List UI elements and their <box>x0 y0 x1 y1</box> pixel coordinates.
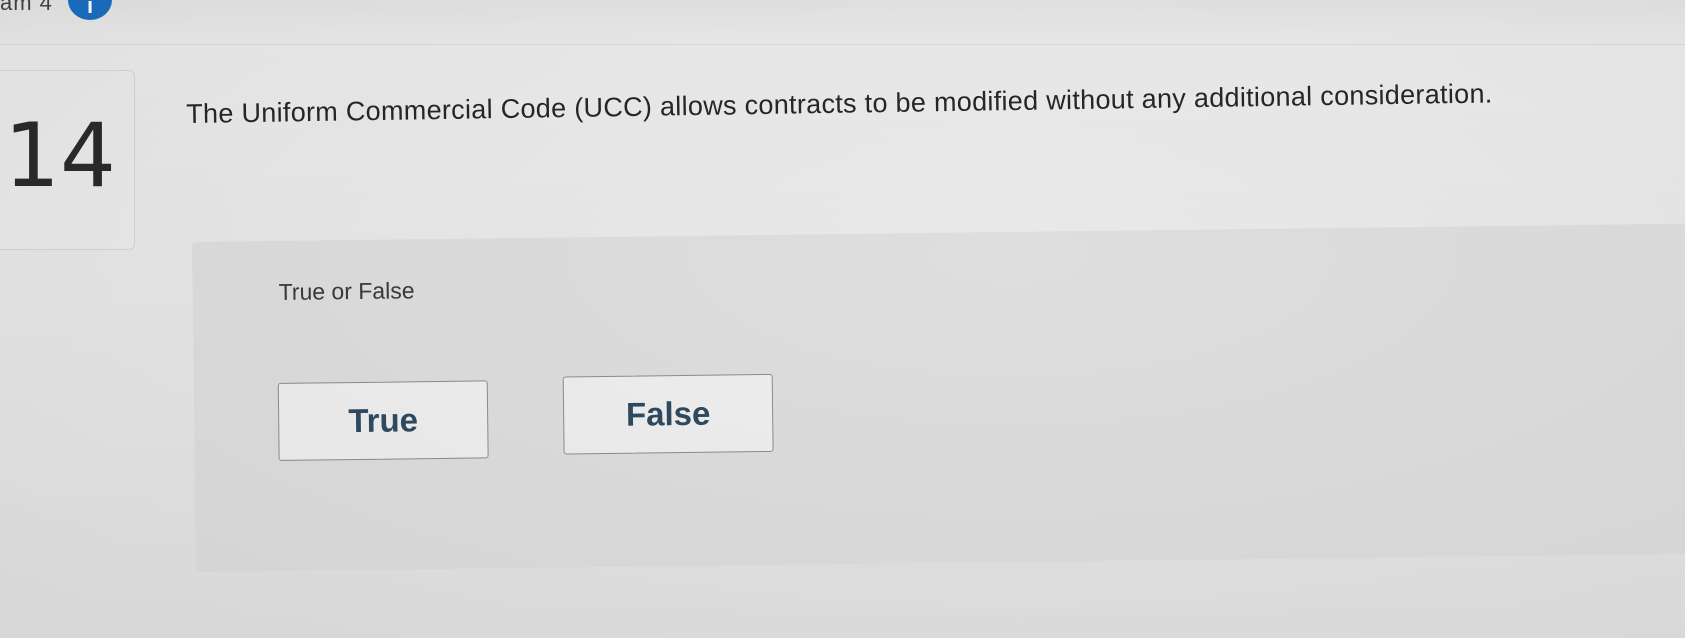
info-icon[interactable]: i <box>68 0 112 20</box>
answer-instruction: True or False <box>278 277 415 305</box>
true-button[interactable]: True <box>277 380 489 461</box>
true-button-label: True <box>348 401 419 440</box>
top-bar-text: am 4 <box>0 0 53 15</box>
question-number: 14 <box>4 104 116 207</box>
quiz-page: am 4 i 14 The Uniform Commercial Code (U… <box>0 0 1685 638</box>
false-button-label: False <box>625 394 711 433</box>
false-button[interactable]: False <box>562 373 774 455</box>
question-text: The Uniform Commercial Code (UCC) allows… <box>186 78 1493 129</box>
top-bar: am 4 i <box>0 0 1685 45</box>
answer-panel: True or False True False <box>192 223 1685 572</box>
